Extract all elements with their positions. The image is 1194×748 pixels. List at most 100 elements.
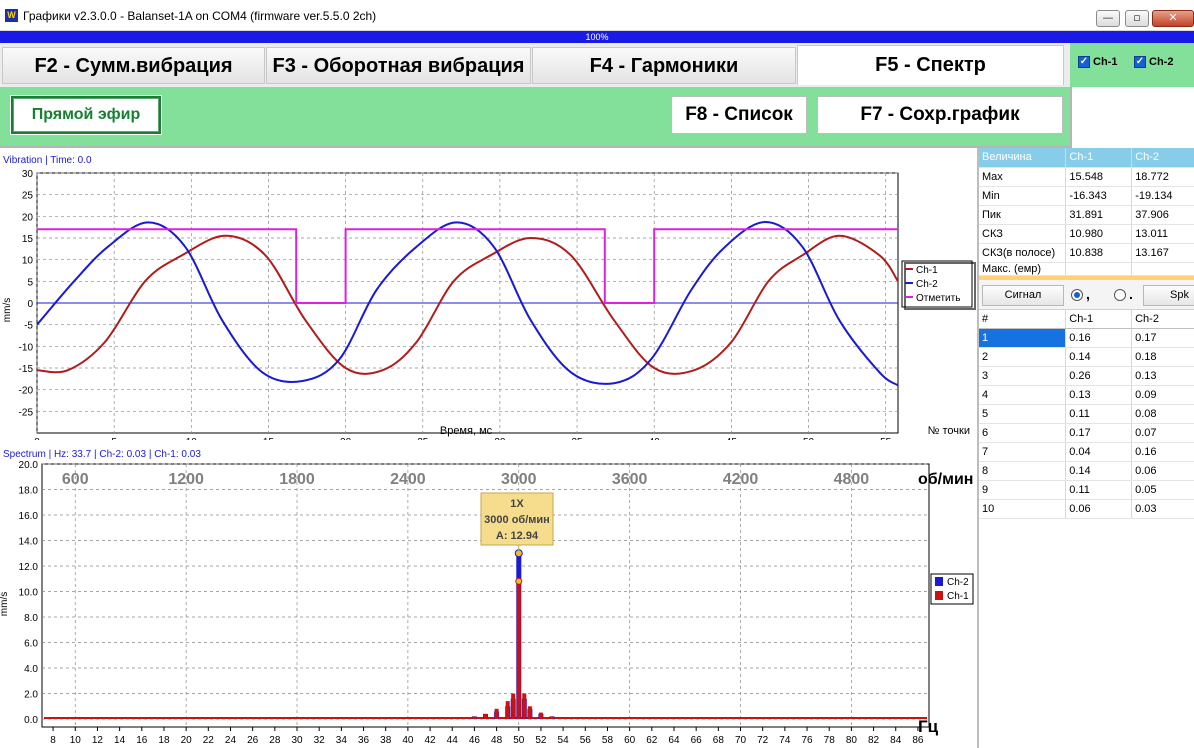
bar-Ch-1 [522, 693, 527, 719]
y-tick-label: 8.0 [24, 613, 38, 624]
harm-cell: 0.16 [1065, 328, 1133, 348]
stats-cell: 10.980 [1065, 224, 1133, 244]
bar-Ch-1 [505, 701, 510, 719]
stats-cell: Макс. (емр) [979, 262, 1067, 276]
x-tick-label: 66 [691, 735, 703, 746]
table-row[interactable]: Min -16.343 -19.134 [979, 186, 1194, 206]
bar-Ch-1 [494, 708, 499, 719]
harm-header-index: # [979, 309, 1067, 329]
comma-radio[interactable] [1071, 288, 1083, 301]
stats-cell [1131, 262, 1194, 276]
tab-rotational-vibration[interactable]: F3 - Оборотная вибрация [266, 47, 531, 84]
peak-marker-ch2 [514, 549, 523, 558]
dot-radio-label: . [1129, 285, 1133, 302]
harm-cell: 3 [979, 366, 1067, 386]
right-panel: Величина Ch-1 Ch-2 Max 15.548 18.772 Min -1… [977, 148, 1194, 748]
table-row[interactable]: 9 0.11 0.05 [979, 480, 1194, 500]
table-row[interactable]: 8 0.14 0.06 [979, 461, 1194, 481]
legend-mark: Отметить [916, 293, 960, 304]
table-row[interactable]: 2 0.14 0.18 [979, 347, 1194, 367]
x-tick-label: 84 [890, 735, 902, 746]
harm-header-ch1: Ch-1 [1065, 309, 1133, 329]
table-row[interactable]: 4 0.13 0.09 [979, 385, 1194, 405]
harm-cell: 2 [979, 347, 1067, 367]
harm-cell: 8 [979, 461, 1067, 481]
harm-cell: 0.18 [1131, 347, 1194, 367]
y-tick-label: 12.0 [19, 562, 39, 573]
harm-cell-selected[interactable]: 1 [979, 328, 1067, 348]
y-tick-label: 6.0 [24, 639, 38, 650]
legend-ch2: Ch-2 [916, 279, 938, 290]
spectrum-chart[interactable]: Spectrum | Hz: 33.7 | Ch-2: 0.03 | Ch-1:… [0, 444, 976, 748]
table-row[interactable]: 10 0.06 0.03 [979, 499, 1194, 519]
spectrum-y-axis-label: mm/s [0, 592, 10, 616]
table-row[interactable]: Max 15.548 18.772 [979, 167, 1194, 187]
check-icon: ✓ [1078, 56, 1090, 68]
bar-Ch-1 [483, 713, 488, 719]
table-row[interactable]: 5 0.11 0.08 [979, 404, 1194, 424]
stats-table: Величина Ch-1 Ch-2 Max 15.548 18.772 Min -1… [979, 148, 1194, 276]
table-row[interactable]: 6 0.17 0.07 [979, 423, 1194, 443]
peak-marker-ch1 [515, 577, 523, 585]
table-row[interactable]: СКЗ 10.980 13.011 [979, 224, 1194, 244]
ch2-checkbox[interactable]: ✓ Ch-2 [1134, 56, 1173, 68]
harmonics-table: # Ch-1 Ch-2 1 0.16 0.17 2 0.14 0.18 3 0.26 0.1… [979, 309, 1194, 519]
stats-header-quantity: Величина [979, 148, 1067, 168]
x-tick-label: 5 [111, 437, 117, 440]
live-button[interactable]: Прямой эфир [10, 95, 162, 135]
legend-spec-ch2: Ch-2 [947, 577, 969, 588]
stats-cell: 37.906 [1131, 205, 1194, 225]
peak-label-amplitude: A: 12.94 [496, 530, 539, 542]
rpm-tick-label: 1200 [168, 471, 204, 488]
table-row[interactable]: Макс. (емр) [979, 262, 1194, 276]
dot-radio[interactable] [1114, 288, 1126, 301]
tab-spectrum[interactable]: F5 - Спектр [797, 45, 1064, 85]
x-tick-label: 38 [380, 735, 392, 746]
progress-text: 100% [585, 32, 609, 42]
signal-button[interactable]: Сигнал [982, 284, 1064, 306]
spectrum-legend: Ch-2 Ch-1 [930, 573, 974, 605]
y-tick-label: -20 [19, 386, 34, 397]
x-tick-label: 28 [269, 735, 281, 746]
y-tick-label: -10 [19, 342, 34, 353]
x-tick-label: 46 [469, 735, 481, 746]
tab-summary-vibration[interactable]: F2 - Сумм.вибрация [2, 47, 265, 84]
bar-Ch-1 [516, 581, 521, 719]
list-button[interactable]: F8 - Список [671, 96, 807, 134]
y-tick-label: 20 [22, 212, 34, 223]
table-row[interactable]: 3 0.26 0.13 [979, 366, 1194, 386]
save-chart-button[interactable]: F7 - Сохр.график [817, 96, 1063, 134]
time-chart[interactable]: Vibration | Time: 0.0 302520151050-5-10-… [0, 150, 976, 440]
table-row[interactable]: СКЗ(в полосе) 10.838 13.167 [979, 243, 1194, 263]
tab-harmonics[interactable]: F4 - Гармоники [532, 47, 796, 84]
harm-cell: 0.11 [1065, 404, 1133, 424]
harm-cell: 7 [979, 442, 1067, 462]
minimize-button[interactable]: — [1096, 10, 1120, 27]
spk-button[interactable]: Spk [1143, 284, 1194, 306]
x-tick-label: 10 [70, 735, 82, 746]
table-row[interactable]: 7 0.04 0.16 [979, 442, 1194, 462]
ch2-checkbox-label: Ch-2 [1149, 56, 1174, 68]
harm-cell: 0.13 [1065, 385, 1133, 405]
y-tick-label: 20.0 [19, 460, 39, 471]
harm-cell: 10 [979, 499, 1067, 519]
x-tick-label: 50 [803, 437, 815, 440]
harm-cell: 0.05 [1131, 480, 1194, 500]
close-button[interactable]: ✕ [1152, 10, 1194, 27]
harm-cell: 0.09 [1131, 385, 1194, 405]
x-tick-label: 35 [571, 437, 583, 440]
y-tick-label: -25 [19, 407, 34, 418]
x-tick-label: 56 [580, 735, 592, 746]
harm-cell: 0.17 [1065, 423, 1133, 443]
ch1-checkbox[interactable]: ✓ Ch-1 [1078, 56, 1117, 68]
x-tick-label: 60 [624, 735, 636, 746]
maximize-button[interactable]: ▫ [1125, 10, 1149, 27]
table-row[interactable]: Пик 31.891 37.906 [979, 205, 1194, 225]
x-tick-label: 58 [602, 735, 614, 746]
x-tick-label: 18 [158, 735, 170, 746]
x-tick-label: 82 [868, 735, 880, 746]
harm-cell: 0.06 [1065, 499, 1133, 519]
peak-annotation: 1X 3000 об/мин A: 12.94 [480, 492, 554, 546]
table-row[interactable]: 1 0.16 0.17 [979, 328, 1194, 348]
y-tick-label: 0.0 [24, 715, 38, 726]
